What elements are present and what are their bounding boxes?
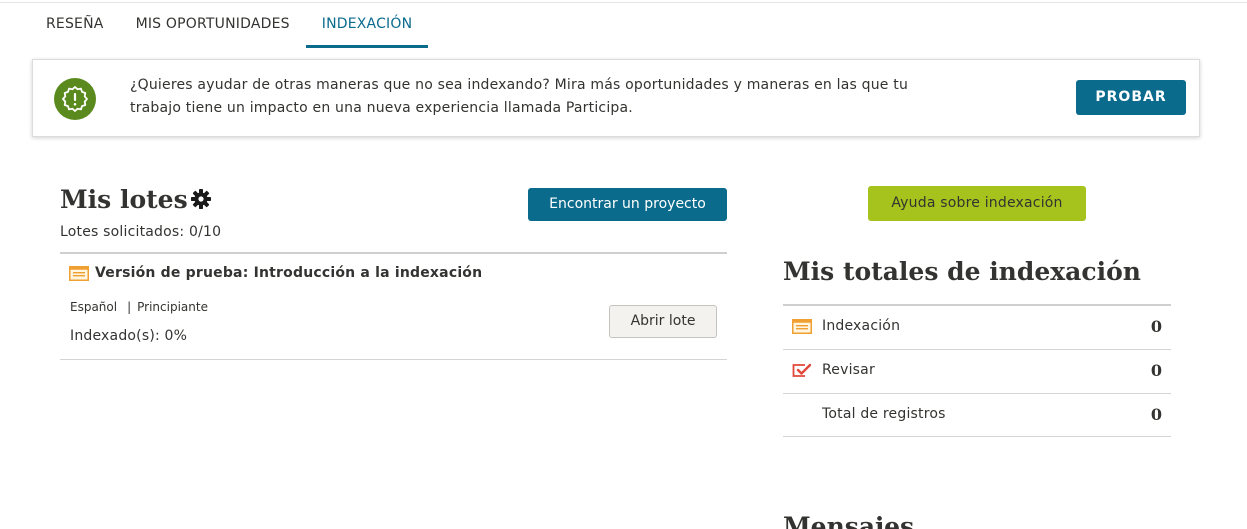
participa-banner: ¿Quieres ayudar de otras maneras que no … (32, 59, 1200, 137)
totals-bottom-divider (783, 436, 1171, 437)
lotes-bottom-divider (60, 359, 727, 360)
totals-divider (783, 349, 1171, 350)
totals-top-divider (783, 304, 1171, 306)
batch-language: Español (70, 300, 118, 314)
gear-icon[interactable] (190, 188, 212, 210)
totales-heading: Mis totales de indexación (783, 257, 1141, 286)
tab-mis-oportunidades[interactable]: MIS OPORTUNIDADES (120, 0, 306, 48)
totals-row-label: Revisar (822, 362, 875, 378)
totals-divider (783, 393, 1171, 394)
banner-message: ¿Quieres ayudar de otras maneras que no … (130, 77, 909, 116)
meta-separator: | (127, 300, 132, 314)
lotes-top-divider (60, 252, 727, 254)
review-icon (792, 363, 812, 379)
lotes-solicitados: Lotes solicitados: 0/10 (60, 224, 222, 240)
indexing-icon (69, 266, 89, 281)
indexing-help-button[interactable]: Ayuda sobre indexación (868, 186, 1086, 221)
tab-resena[interactable]: RESEÑA (30, 0, 120, 48)
batch-title[interactable]: Versión de prueba: Introducción a la ind… (95, 265, 482, 281)
tab-bar: RESEÑA MIS OPORTUNIDADES INDEXACIÓN (30, 0, 428, 48)
totals-row-value: 0 (1150, 405, 1162, 424)
batch-meta: Español | Principiante (70, 300, 208, 314)
tab-indexacion[interactable]: INDEXACIÓN (305, 0, 429, 48)
totals-row-value: 0 (1150, 361, 1162, 380)
probar-button[interactable]: PROBAR (1076, 80, 1186, 115)
totals-row-value: 0 (1150, 317, 1162, 336)
open-batch-button[interactable]: Abrir lote (609, 305, 717, 338)
totals-row-label: Indexación (822, 318, 901, 334)
indexing-icon (792, 319, 812, 335)
totals-row-label: Total de registros (822, 406, 946, 422)
batch-progress: Indexado(s): 0% (70, 328, 188, 344)
batch-level: Principiante (137, 300, 208, 314)
mis-lotes-heading: Mis lotes (60, 185, 188, 214)
find-project-button[interactable]: Encontrar un proyecto (528, 188, 727, 221)
mensajes-heading: Mensajes (783, 512, 915, 529)
alert-badge-icon (54, 78, 96, 120)
